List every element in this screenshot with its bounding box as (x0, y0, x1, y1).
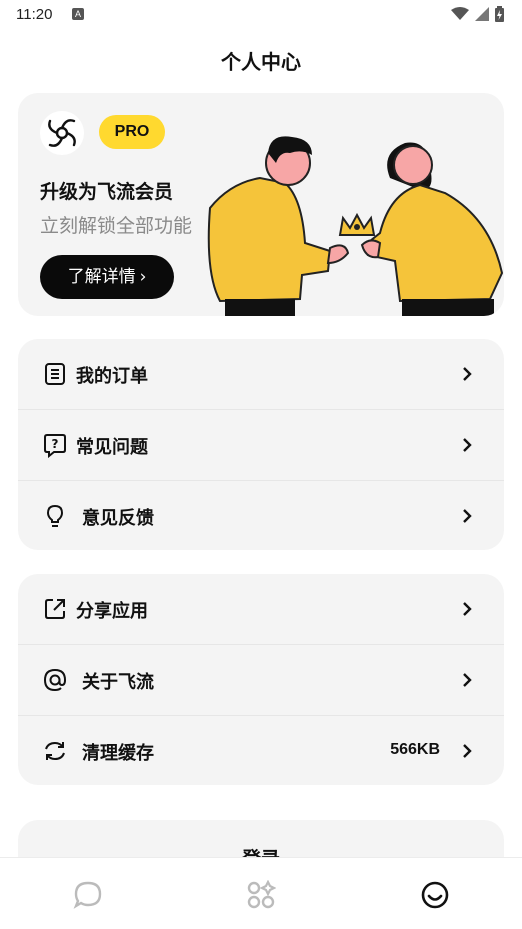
menu-group-2: 分享应用 关于飞流 清理缓存 566KB (18, 574, 504, 785)
apps-grid-icon[interactable] (246, 880, 276, 910)
question-icon: ? (44, 434, 66, 458)
status-a-icon: A (72, 8, 84, 20)
menu-item-label: 分享应用 (76, 601, 148, 622)
menu-group-1: 我的订单 ? 常见问题 意见反馈 (18, 339, 504, 550)
status-right-icons (451, 6, 504, 22)
app-logo-icon (40, 111, 84, 155)
chat-bubble-icon[interactable] (73, 880, 103, 910)
smiley-icon[interactable] (420, 880, 450, 910)
menu-item-clear-cache[interactable]: 清理缓存 566KB (18, 716, 504, 785)
menu-item-label: 清理缓存 (82, 743, 154, 764)
menu-item-label: 关于飞流 (82, 672, 154, 693)
promo-title: 升级为飞流会员 (40, 181, 174, 203)
lightbulb-icon (46, 504, 64, 527)
chevron-right-icon (463, 602, 472, 616)
couple-illustration (207, 136, 504, 316)
status-time: 11:20 (16, 6, 53, 23)
chevron-right-icon (463, 673, 472, 687)
wifi-icon (451, 7, 469, 20)
status-bar: 11:20 A (0, 0, 522, 30)
cache-size-value: 566KB (390, 741, 440, 758)
page-title: 个人中心 (221, 50, 301, 74)
battery-icon (495, 6, 504, 22)
learn-more-button[interactable]: 了解详情 › (40, 255, 174, 299)
menu-item-about[interactable]: 关于飞流 (18, 645, 504, 715)
bottom-tab-bar (0, 857, 522, 929)
chevron-right-icon: › (139, 267, 147, 287)
menu-item-label: 意见反馈 (82, 508, 154, 529)
chevron-right-icon (463, 367, 472, 381)
learn-more-label: 了解详情 (67, 267, 136, 287)
pro-promo-card[interactable]: PRO 升级为飞流会员 立刻解锁全部功能 了解详情 › (18, 93, 504, 316)
svg-text:?: ? (52, 437, 59, 451)
menu-item-orders[interactable]: 我的订单 (18, 339, 504, 409)
at-icon (43, 668, 67, 692)
menu-item-share[interactable]: 分享应用 (18, 574, 504, 644)
chevron-right-icon (463, 744, 472, 758)
menu-item-feedback[interactable]: 意见反馈 (18, 481, 504, 550)
order-list-icon (45, 363, 65, 385)
chevron-right-icon (463, 438, 472, 452)
refresh-icon (45, 741, 65, 761)
signal-icon (475, 7, 489, 21)
pro-badge: PRO (99, 115, 165, 149)
menu-item-label: 常见问题 (76, 437, 148, 458)
menu-item-label: 我的订单 (76, 366, 148, 387)
menu-item-faq[interactable]: ? 常见问题 (18, 410, 504, 480)
share-icon (45, 599, 65, 619)
promo-subtitle: 立刻解锁全部功能 (40, 215, 193, 237)
chevron-right-icon (463, 509, 472, 523)
